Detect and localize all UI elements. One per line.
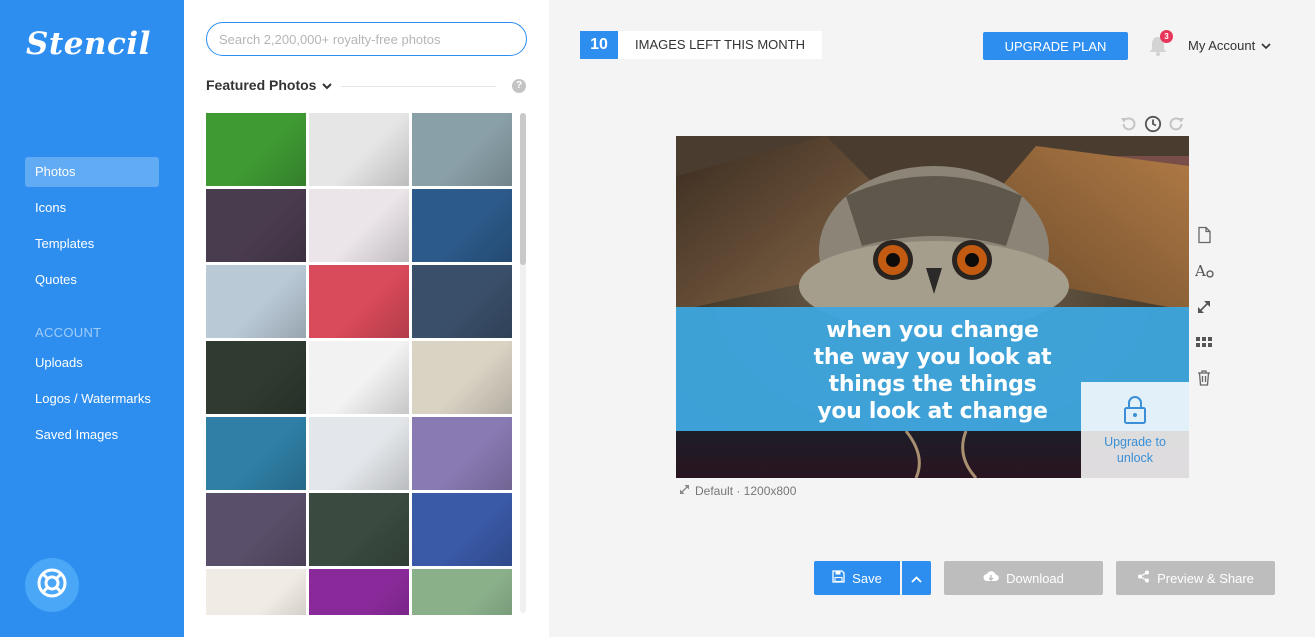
photo-thumbnail[interactable] bbox=[309, 341, 409, 414]
svg-text:A: A bbox=[1195, 262, 1206, 280]
save-button[interactable]: Save bbox=[814, 561, 900, 595]
photo-thumbnail[interactable] bbox=[206, 113, 306, 186]
photo-thumbnail[interactable] bbox=[206, 265, 306, 338]
app-logo[interactable]: Stencil bbox=[26, 26, 151, 62]
sidebar-item-icons[interactable]: Icons bbox=[25, 193, 159, 223]
trash-icon[interactable] bbox=[1195, 369, 1213, 387]
undo-icon[interactable] bbox=[1119, 115, 1137, 138]
help-button[interactable] bbox=[25, 558, 79, 612]
account-heading: ACCOUNT bbox=[35, 325, 102, 340]
page-icon[interactable] bbox=[1195, 226, 1213, 244]
photo-thumbnail[interactable] bbox=[206, 417, 306, 490]
photo-thumbnail[interactable] bbox=[309, 265, 409, 338]
floppy-disk-icon bbox=[832, 570, 845, 586]
photo-thumbnail[interactable] bbox=[309, 189, 409, 262]
grid-icon[interactable] bbox=[1195, 334, 1213, 352]
history-clock-icon[interactable] bbox=[1144, 115, 1162, 138]
account-label: My Account bbox=[1188, 38, 1256, 53]
images-left-counter: 10 IMAGES LEFT THIS MONTH bbox=[580, 31, 822, 59]
preview-share-button[interactable]: Preview & Share bbox=[1116, 561, 1275, 595]
photo-thumbnail[interactable] bbox=[412, 113, 512, 186]
sidebar-item-logos-watermarks[interactable]: Logos / Watermarks bbox=[25, 384, 159, 414]
resize-icon[interactable] bbox=[1195, 298, 1213, 316]
featured-photos-dropdown[interactable]: Featured Photos bbox=[206, 77, 333, 93]
chevron-down-icon bbox=[322, 77, 333, 93]
canvas-size-label: Default · 1200x800 bbox=[695, 484, 797, 498]
featured-photos-title: Featured Photos bbox=[206, 77, 317, 93]
upgrade-plan-button[interactable]: UPGRADE PLAN bbox=[983, 32, 1128, 60]
photo-thumbnail[interactable] bbox=[309, 493, 409, 566]
lock-label-line: unlock bbox=[1116, 451, 1154, 465]
save-options-button[interactable] bbox=[902, 561, 931, 595]
notification-badge: 3 bbox=[1160, 30, 1173, 43]
images-left-count: 10 bbox=[580, 31, 618, 59]
photo-thumbnail[interactable] bbox=[206, 189, 306, 262]
photo-thumbnail[interactable] bbox=[412, 189, 512, 262]
redo-icon[interactable] bbox=[1168, 115, 1186, 138]
share-icon bbox=[1137, 570, 1150, 586]
save-label: Save bbox=[852, 570, 882, 586]
photo-thumbnail[interactable] bbox=[309, 569, 409, 615]
lock-label-line: Upgrade to bbox=[1104, 435, 1166, 449]
quote-line: when you change bbox=[826, 318, 1039, 343]
images-left-label: IMAGES LEFT THIS MONTH bbox=[635, 37, 805, 52]
photo-thumbnail[interactable] bbox=[412, 341, 512, 414]
sidebar-item-saved-images[interactable]: Saved Images bbox=[25, 420, 159, 450]
cloud-download-icon bbox=[983, 570, 999, 586]
photo-thumbnail[interactable] bbox=[412, 265, 512, 338]
photo-thumbnail[interactable] bbox=[309, 113, 409, 186]
photo-thumbnail[interactable] bbox=[309, 417, 409, 490]
canvas-size-info[interactable]: Default · 1200x800 bbox=[679, 484, 796, 498]
help-icon[interactable]: ? bbox=[512, 79, 526, 93]
sidebar: Stencil Photos Icons Templates Quotes AC… bbox=[0, 0, 184, 637]
section-divider bbox=[341, 86, 496, 87]
photo-thumbnail[interactable] bbox=[412, 493, 512, 566]
text-tool-icon[interactable]: A bbox=[1194, 262, 1214, 280]
upgrade-to-unlock-label: Upgrade to unlock bbox=[1081, 434, 1189, 466]
photo-grid bbox=[206, 113, 512, 615]
quote-line: the way you look at bbox=[813, 345, 1052, 370]
chevron-down-icon bbox=[1261, 38, 1271, 53]
photo-thumbnail[interactable] bbox=[206, 569, 306, 615]
preview-share-label: Preview & Share bbox=[1157, 570, 1254, 586]
search-input[interactable] bbox=[206, 22, 527, 56]
upgrade-to-unlock-overlay[interactable]: Upgrade to unlock bbox=[1081, 382, 1189, 478]
photos-panel: Featured Photos ? bbox=[184, 0, 549, 637]
photo-thumbnail[interactable] bbox=[206, 341, 306, 414]
expand-icon bbox=[679, 484, 690, 498]
chevron-up-icon bbox=[911, 571, 922, 586]
sidebar-item-quotes[interactable]: Quotes bbox=[25, 265, 159, 295]
account-menu[interactable]: My Account bbox=[1188, 38, 1271, 53]
sidebar-item-uploads[interactable]: Uploads bbox=[25, 348, 159, 378]
scrollbar-thumb[interactable] bbox=[520, 113, 526, 265]
photo-thumbnail[interactable] bbox=[206, 493, 306, 566]
lock-icon bbox=[1081, 395, 1189, 430]
lifebuoy-icon bbox=[36, 567, 68, 604]
sidebar-item-templates[interactable]: Templates bbox=[25, 229, 159, 259]
sidebar-item-photos[interactable]: Photos bbox=[25, 157, 159, 187]
photo-thumbnail[interactable] bbox=[412, 417, 512, 490]
download-button[interactable]: Download bbox=[944, 561, 1103, 595]
download-label: Download bbox=[1006, 570, 1064, 586]
photo-thumbnail[interactable] bbox=[412, 569, 512, 615]
